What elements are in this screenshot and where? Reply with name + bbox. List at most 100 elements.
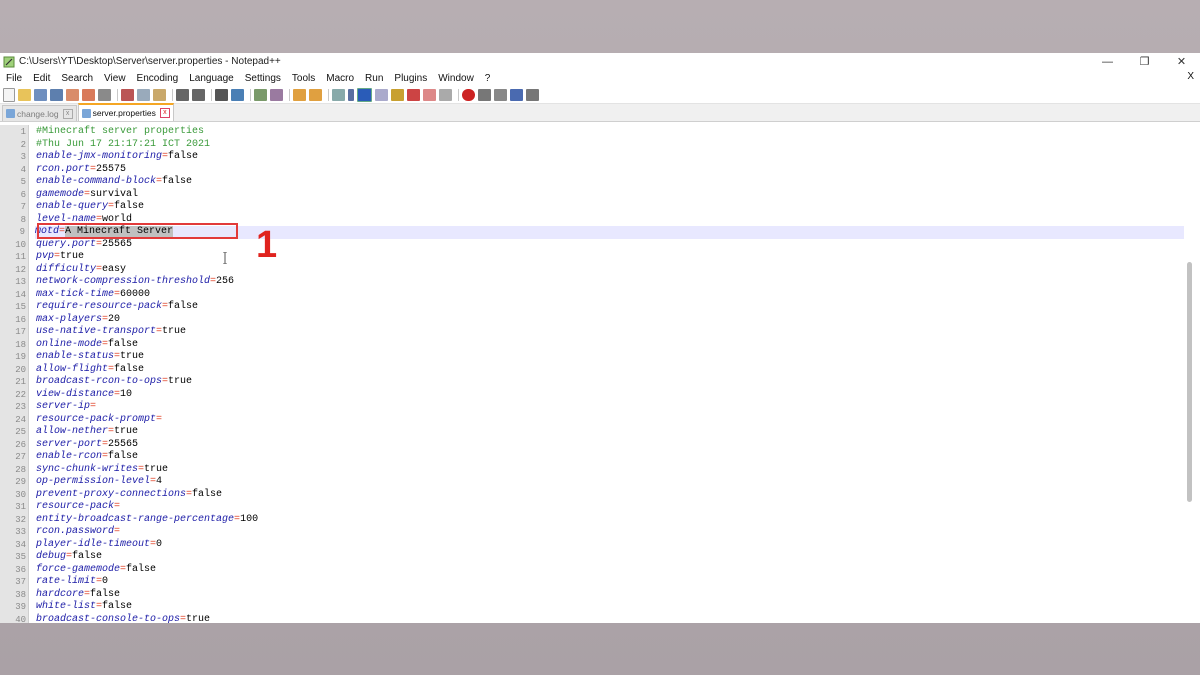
save-macro-icon[interactable] (526, 88, 539, 101)
zoom-out-icon[interactable] (270, 88, 283, 101)
word-wrap-icon[interactable] (332, 88, 345, 101)
tab-change-log[interactable]: change.log x (2, 105, 77, 121)
line-number: 35 (15, 552, 26, 562)
menu-edit[interactable]: Edit (27, 73, 55, 84)
save-all-icon[interactable] (50, 88, 63, 101)
code-line[interactable]: 12 difficulty=easy (15, 264, 1186, 277)
menu-tools[interactable]: Tools (286, 73, 320, 84)
code-line[interactable]: 17 use-native-transport=true (15, 326, 1186, 339)
monitoring-icon[interactable] (439, 88, 452, 101)
code-line[interactable]: 28 sync-chunk-writes=true (15, 464, 1186, 477)
code-line[interactable]: 14 max-tick-time=60000 (15, 289, 1186, 302)
paste-icon[interactable] (153, 88, 166, 101)
property-value: false (162, 176, 193, 187)
replace-icon[interactable] (231, 88, 244, 101)
close-all-icon[interactable] (82, 88, 95, 101)
menu-view[interactable]: View (98, 73, 131, 84)
code-line[interactable]: 37 rate-limit=0 (15, 576, 1186, 589)
sync-horizontal-icon[interactable] (309, 88, 322, 101)
editor-area[interactable]: 1 #Minecraft server properties 2 #Thu Jun 1… (0, 125, 1200, 623)
code-line[interactable]: 25 allow-nether=true (15, 426, 1186, 439)
zoom-in-icon[interactable] (254, 88, 267, 101)
close-document-button[interactable]: X (1187, 71, 1194, 82)
code-line[interactable]: 32 entity-broadcast-range-percentage=100 (15, 514, 1186, 527)
menu-run[interactable]: Run (359, 73, 388, 84)
playback-macro-icon[interactable] (494, 88, 507, 101)
open-file-icon[interactable] (18, 88, 31, 101)
code-line[interactable]: 6 gamemode=survival (21, 188, 1186, 202)
vertical-scrollbar-thumb[interactable] (1187, 262, 1192, 502)
code-line[interactable]: 2 #Thu Jun 17 21:17:21 ICT 2021 (21, 139, 1186, 152)
code-line[interactable]: 27 enable-rcon=false (15, 451, 1186, 464)
code-line[interactable]: 22 view-distance=10 (15, 389, 1186, 402)
code-line[interactable]: 33 rcon.password= (15, 526, 1186, 539)
undo-icon[interactable] (176, 88, 189, 101)
code-line[interactable]: 30 prevent-proxy-connections=false (15, 489, 1186, 502)
document-list-icon[interactable] (423, 88, 436, 101)
menu-window[interactable]: Window (432, 73, 479, 84)
menu-help[interactable]: ? (479, 73, 496, 84)
code-line[interactable]: 36 force-gamemode=false (15, 564, 1186, 577)
property-value: false (114, 201, 145, 212)
menu-macro[interactable]: Macro (320, 73, 359, 84)
code-line[interactable]: 4 rcon.port=25575 (21, 164, 1186, 177)
menu-file[interactable]: File (0, 73, 27, 84)
menu-encoding[interactable]: Encoding (131, 73, 184, 84)
code-line[interactable]: 29 op-permission-level=4 (15, 476, 1186, 489)
minimize-button[interactable]: — (1089, 53, 1126, 70)
code-line[interactable]: 34 player-idle-timeout=0 (15, 539, 1186, 552)
find-icon[interactable] (215, 88, 228, 101)
menu-language[interactable]: Language (183, 73, 239, 84)
code-line[interactable]: 40 broadcast-console-to-ops=true (15, 614, 1186, 624)
code-line[interactable]: 11 pvp=true (15, 251, 1186, 264)
close-icon[interactable]: x (159, 108, 170, 118)
restore-button[interactable]: ❐ (1126, 53, 1163, 70)
code-line[interactable]: 1 #Minecraft server properties (21, 126, 1186, 139)
record-macro-icon[interactable] (462, 88, 475, 101)
code-line[interactable]: 24 resource-pack-prompt= (15, 414, 1186, 427)
menu-search[interactable]: Search (55, 73, 98, 84)
new-file-icon[interactable] (3, 87, 15, 102)
close-button[interactable]: ✕ (1163, 53, 1200, 70)
equals-sign: = (114, 501, 121, 512)
stop-recording-icon[interactable] (478, 88, 491, 101)
function-list-icon[interactable] (391, 88, 404, 101)
save-icon[interactable] (34, 88, 47, 101)
code-line[interactable]: 21 broadcast-rcon-to-ops=true (15, 376, 1186, 389)
doc-map-icon[interactable] (375, 88, 388, 101)
tab-server-properties[interactable]: server.properties x (77, 103, 174, 121)
show-all-chars-icon[interactable] (348, 88, 354, 101)
code-lines[interactable]: 1 #Minecraft server properties 2 #Thu Jun 1… (15, 126, 1186, 624)
property-value: survival (90, 188, 139, 200)
code-line[interactable]: 13 network-compression-threshold=256 (15, 276, 1186, 289)
code-line[interactable]: 18 online-mode=false (15, 339, 1186, 352)
close-file-icon[interactable] (66, 88, 79, 101)
code-line[interactable]: 5 enable-command-block=false (21, 176, 1186, 189)
code-line[interactable]: 16 max-players=20 (15, 314, 1186, 327)
sync-vertical-icon[interactable] (293, 88, 306, 101)
menu-settings[interactable]: Settings (239, 73, 286, 84)
folder-workspace-icon[interactable] (407, 88, 420, 101)
code-line[interactable]: 7 enable-query=false (21, 201, 1186, 214)
run-macro-multiple-icon[interactable] (510, 88, 523, 101)
redo-icon[interactable] (192, 88, 205, 101)
property-key: resource-pack (36, 501, 115, 512)
code-line[interactable]: 26 server-port=25565 (15, 439, 1186, 452)
code-line[interactable]: 23 server-ip= (15, 401, 1186, 414)
menu-plugins[interactable]: Plugins (388, 73, 432, 84)
code-line[interactable]: 19 enable-status=true (15, 351, 1186, 364)
code-line[interactable]: 35 debug=false (15, 551, 1186, 564)
line-number: 8 (20, 214, 26, 225)
code-line[interactable]: 20 allow-flight=false (15, 364, 1186, 377)
code-line[interactable]: 10 query.port=25565 (15, 239, 1186, 252)
code-line[interactable]: 39 white-list=false (15, 601, 1186, 614)
code-line[interactable]: 3 enable-jmx-monitoring=false (21, 151, 1186, 164)
print-icon[interactable] (98, 88, 111, 101)
code-line[interactable]: 38 hardcore=false (15, 589, 1186, 602)
code-line[interactable]: 15 require-resource-pack=false (15, 301, 1186, 314)
copy-icon[interactable] (137, 88, 150, 101)
cut-icon[interactable] (121, 88, 134, 101)
code-line[interactable]: 31 resource-pack= (15, 501, 1186, 514)
indent-guide-icon[interactable] (357, 87, 372, 102)
close-icon[interactable]: x (62, 108, 73, 119)
